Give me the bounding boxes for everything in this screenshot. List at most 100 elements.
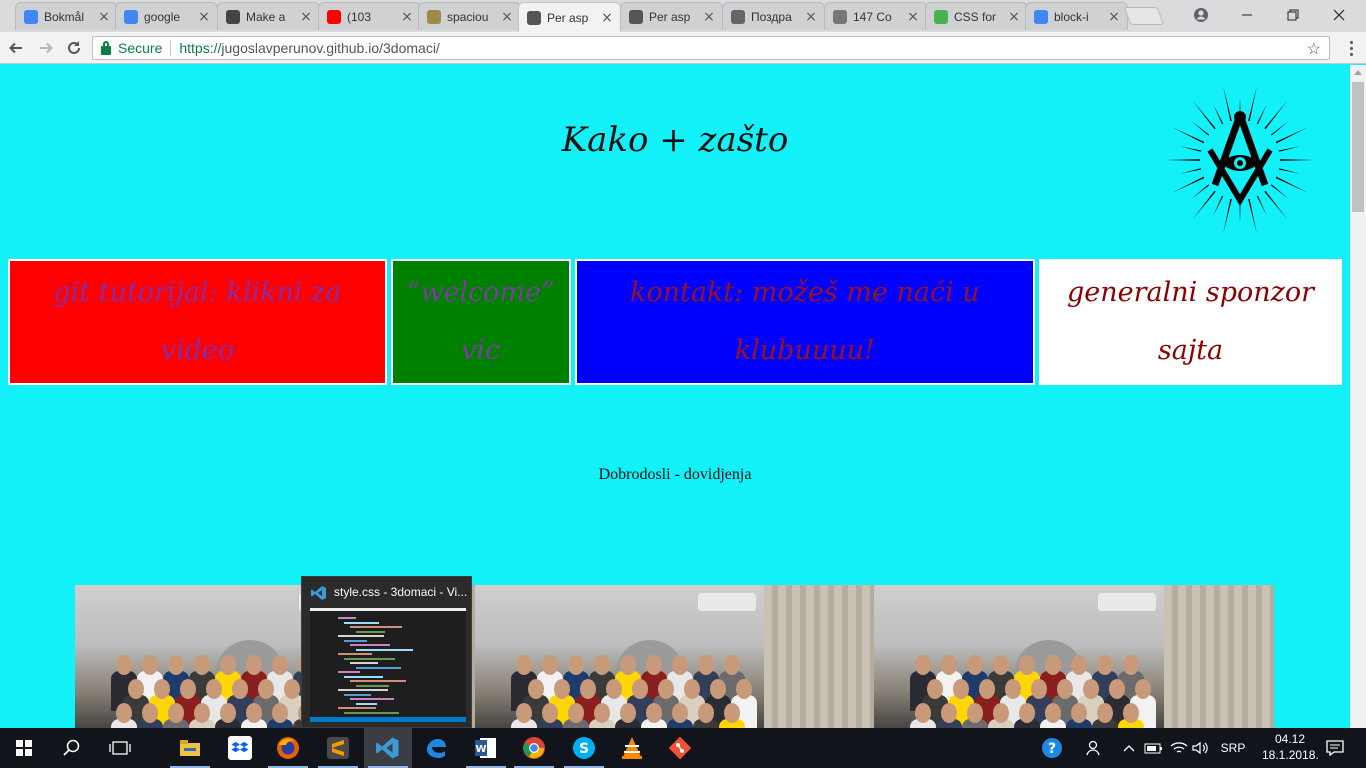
tab-title: Поздра xyxy=(751,9,792,24)
tab-0[interactable]: Bokmål × xyxy=(15,2,118,30)
person-head xyxy=(735,679,752,699)
person-head xyxy=(272,703,288,723)
person-head xyxy=(579,679,596,699)
tab-close-icon[interactable]: × xyxy=(1107,10,1121,24)
w3schools-icon xyxy=(934,9,948,24)
menu-item-welcome-joke[interactable]: “welcome” vic xyxy=(390,259,571,385)
address-bar[interactable]: Secure https://jugoslavperunov.github.io… xyxy=(92,36,1330,60)
chrome-icon[interactable] xyxy=(510,728,558,768)
people-icon[interactable] xyxy=(1082,728,1106,768)
chevron-up-icon[interactable] xyxy=(1120,728,1138,768)
tab-close-icon[interactable]: × xyxy=(500,10,514,24)
person-head xyxy=(697,703,714,723)
spaceship-icon xyxy=(427,9,441,24)
person-head xyxy=(180,679,196,699)
dropbox-icon[interactable] xyxy=(216,728,264,768)
file-explorer-icon[interactable] xyxy=(166,728,214,768)
tab-6[interactable]: Per asp × xyxy=(620,2,723,30)
battery-icon[interactable] xyxy=(1142,728,1166,768)
search-icon[interactable] xyxy=(48,728,96,768)
code-line xyxy=(344,693,371,696)
curtain xyxy=(1164,585,1275,728)
person-head xyxy=(697,655,714,675)
page-scrollbar[interactable] xyxy=(1350,65,1366,728)
separator xyxy=(170,40,172,56)
notifications-icon[interactable] xyxy=(1320,728,1350,768)
code-line xyxy=(344,711,399,714)
task-view-icon[interactable] xyxy=(96,728,144,768)
vscode-taskbar-icon[interactable] xyxy=(364,728,412,768)
tab-close-icon[interactable]: × xyxy=(197,10,211,24)
person-head xyxy=(671,655,688,675)
forward-arrow-icon[interactable] xyxy=(34,36,58,60)
code-line xyxy=(350,698,394,700)
language-indicator[interactable]: SRP xyxy=(1216,728,1250,768)
wifi-icon[interactable] xyxy=(1168,728,1190,768)
tab-close-icon[interactable]: × xyxy=(299,10,313,24)
person-head xyxy=(567,655,584,675)
word-icon[interactable]: W xyxy=(462,728,510,768)
person-head xyxy=(645,703,662,723)
edge-icon[interactable] xyxy=(412,728,460,768)
person-head xyxy=(128,679,144,699)
skype-icon[interactable]: S xyxy=(560,728,608,768)
volume-icon[interactable] xyxy=(1190,728,1212,768)
code-line xyxy=(356,702,377,705)
code-line xyxy=(338,689,388,691)
taskbar-thumbnail-preview[interactable]: style.css - 3domaci - Vi... xyxy=(301,576,472,728)
minimize-icon[interactable] xyxy=(1224,0,1270,30)
tab-close-icon[interactable]: × xyxy=(1007,10,1021,24)
start-icon[interactable] xyxy=(0,728,48,768)
tab-4[interactable]: spaciou × xyxy=(418,2,521,30)
git-icon[interactable] xyxy=(656,728,704,768)
reload-icon[interactable] xyxy=(62,36,86,60)
chrome-menu-icon[interactable] xyxy=(1341,36,1361,60)
tab-close-icon[interactable]: × xyxy=(97,10,111,24)
profile-icon[interactable] xyxy=(1178,0,1224,30)
clock[interactable]: 04.12 18.1.2018. xyxy=(1262,731,1319,763)
security-label: Secure xyxy=(118,40,163,56)
menu-item-git-tutorial[interactable]: git tutorijal: klikni za video xyxy=(8,259,387,385)
person-head xyxy=(553,679,570,699)
person-head xyxy=(683,679,700,699)
person-head xyxy=(527,679,544,699)
tab-2[interactable]: Make a × xyxy=(217,2,320,30)
svg-text:W: W xyxy=(475,744,486,755)
tab-close-icon[interactable]: × xyxy=(400,10,414,24)
youtube-icon xyxy=(327,9,341,24)
person-head xyxy=(671,703,688,723)
tab-7[interactable]: Поздра × xyxy=(722,2,825,30)
person-head xyxy=(541,703,558,723)
menu-item-contact[interactable]: kontakt: možeš me naći u klubuuuu! xyxy=(574,259,1036,385)
tab-5[interactable]: Per asp × xyxy=(518,2,621,32)
help-icon[interactable]: ? xyxy=(1040,728,1064,768)
code-line xyxy=(338,707,376,709)
tab-close-icon[interactable]: × xyxy=(702,10,716,24)
restore-icon[interactable] xyxy=(1270,0,1316,30)
tab-close-icon[interactable]: × xyxy=(906,10,920,24)
tab-9[interactable]: CSS for × xyxy=(925,2,1028,30)
vlc-icon[interactable] xyxy=(608,728,656,768)
web-page: Kako + zašto git tutorijal: klikni za vi… xyxy=(0,65,1350,728)
menu-item-sponsor[interactable]: generalni sponzor sajta xyxy=(1039,259,1342,385)
google-icon xyxy=(124,9,138,24)
sublime-icon[interactable] xyxy=(314,728,362,768)
bookmark-star-icon[interactable]: ☆ xyxy=(1307,39,1321,59)
close-window-icon[interactable] xyxy=(1316,0,1362,30)
scroll-up-arrow-icon[interactable] xyxy=(1354,70,1362,75)
new-tab-button[interactable] xyxy=(1123,7,1165,25)
back-arrow-icon[interactable] xyxy=(4,36,28,60)
tab-8[interactable]: 147 Co × xyxy=(824,2,927,30)
code-line xyxy=(350,644,390,646)
code-line xyxy=(356,666,401,669)
tab-1[interactable]: google × xyxy=(115,2,218,30)
tab-close-icon[interactable]: × xyxy=(600,11,614,25)
scroll-thumb[interactable] xyxy=(1352,82,1364,212)
firefox-icon[interactable] xyxy=(264,728,312,768)
tab-10[interactable]: block-i × xyxy=(1025,2,1128,30)
globe-icon xyxy=(731,9,745,24)
tab-close-icon[interactable]: × xyxy=(804,10,818,24)
tab-3[interactable]: (103 × xyxy=(318,2,421,30)
tab-title: Per asp xyxy=(547,10,589,25)
person-head xyxy=(619,703,636,723)
